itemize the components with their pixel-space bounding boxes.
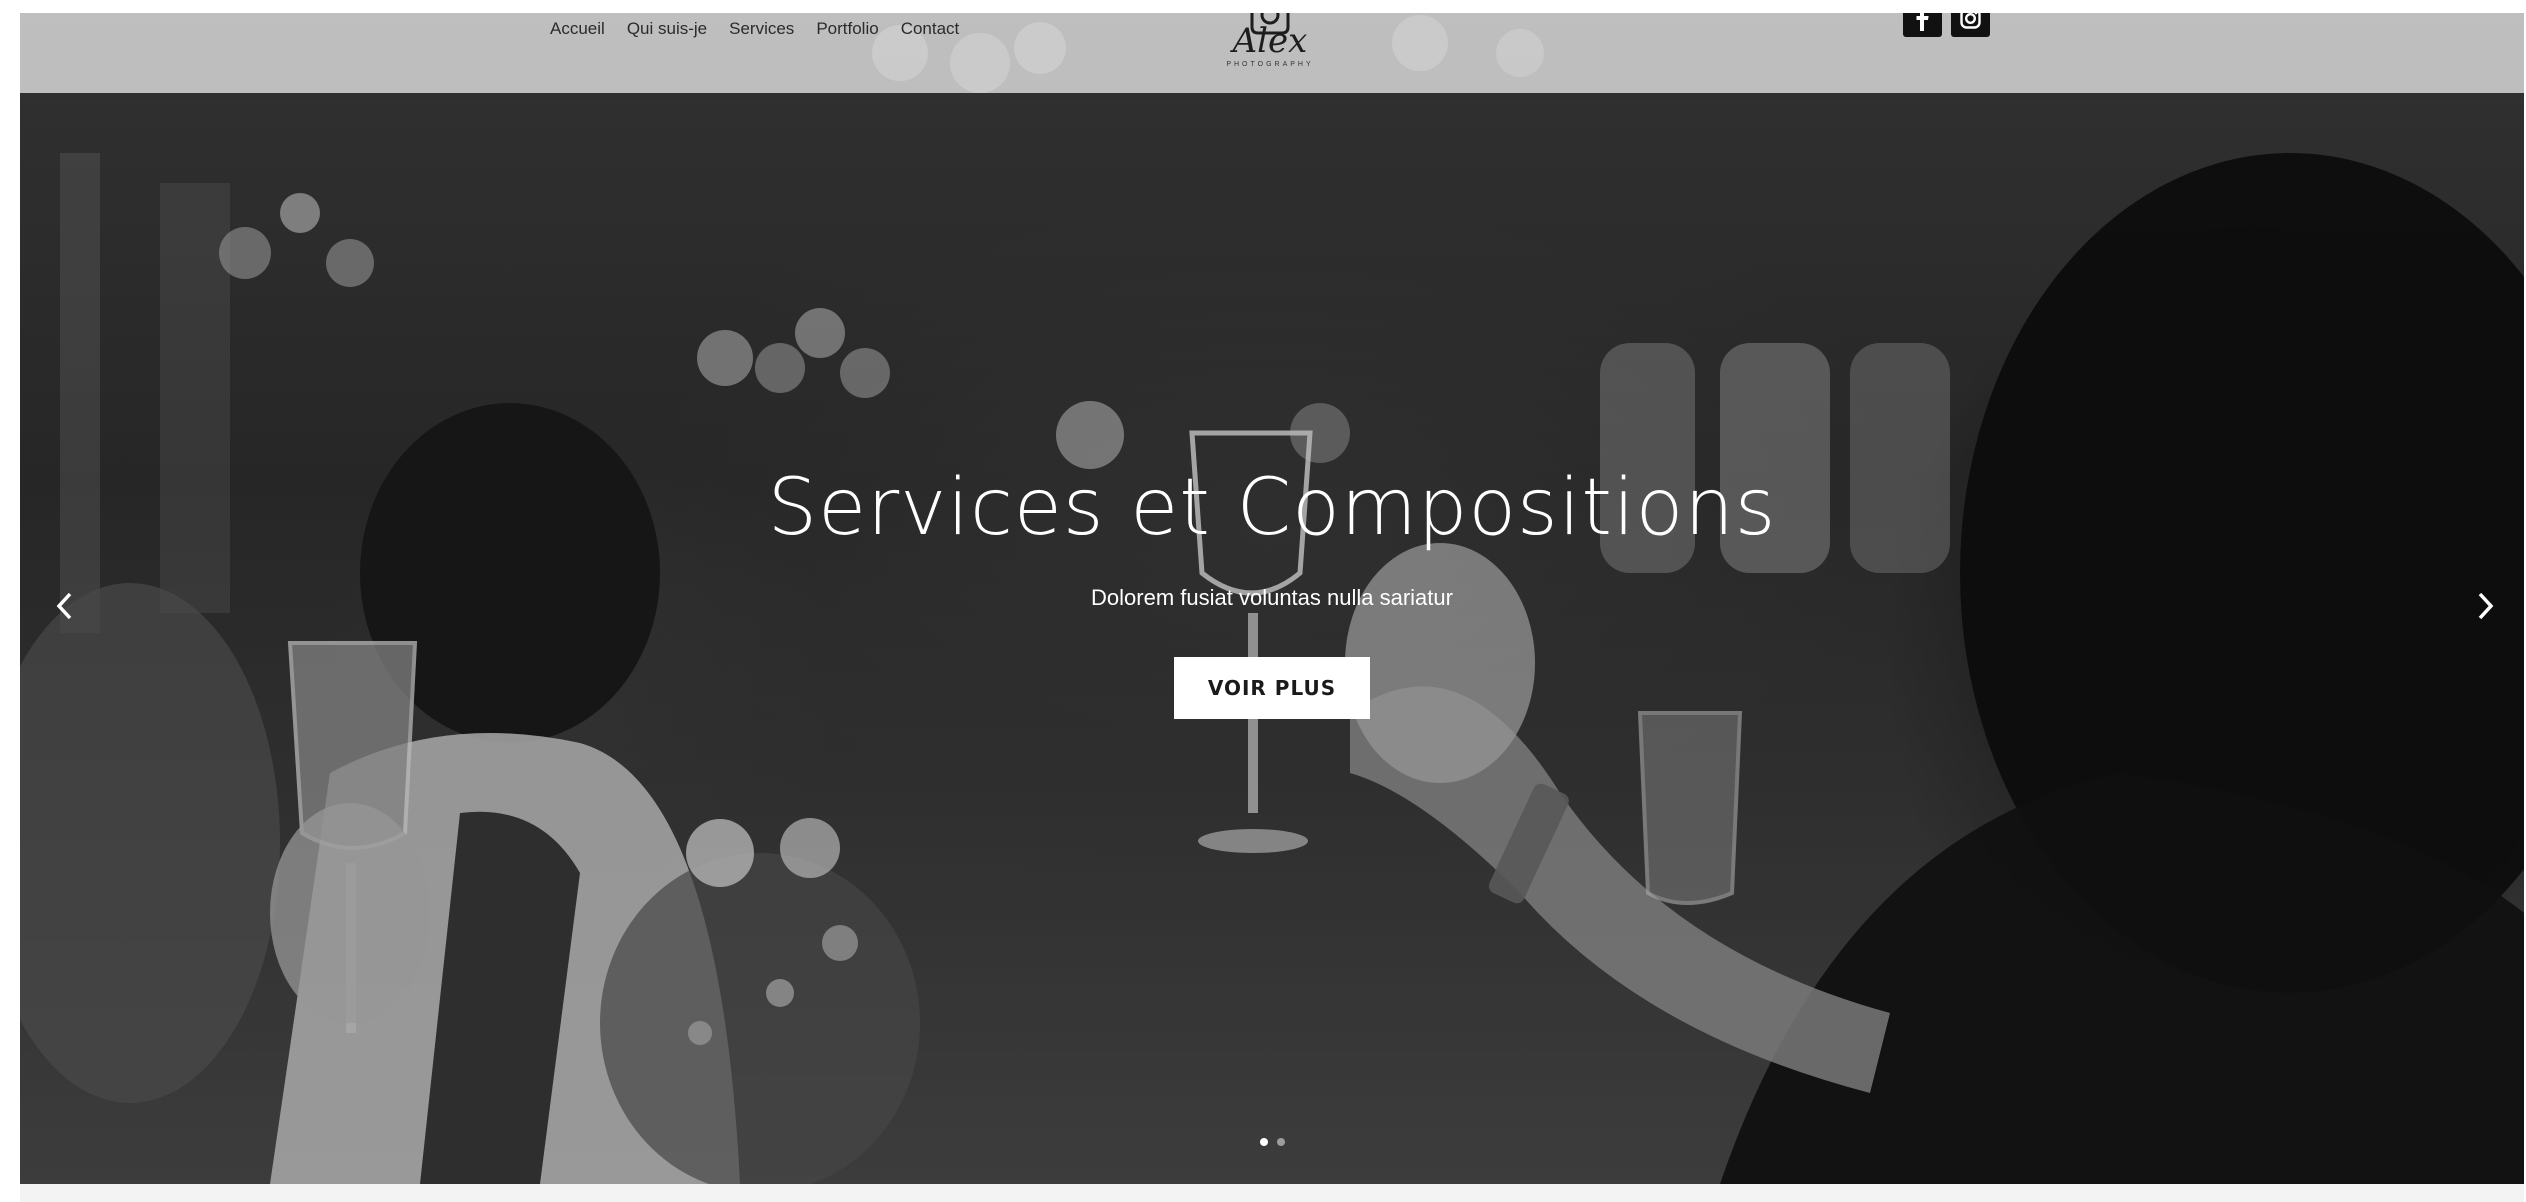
facebook-link[interactable] — [1903, 13, 1942, 37]
facebook-icon — [1916, 13, 1929, 31]
site-header: Accueil Qui suis-je Services Portfolio C… — [20, 13, 2524, 93]
chevron-left-icon — [56, 592, 72, 620]
nav-item-services[interactable]: Services — [729, 19, 794, 39]
nav-item-accueil[interactable]: Accueil — [550, 19, 605, 39]
chevron-right-icon — [2478, 592, 2494, 620]
nav-item-qui-suis-je[interactable]: Qui suis-je — [627, 19, 707, 39]
hero-subtitle: Dolorem fusiat voluntas nulla sariatur — [1091, 585, 1453, 610]
logo-wordmark: Alex — [1232, 21, 1308, 61]
slider-next-button[interactable] — [2470, 586, 2500, 626]
slider-dot-1[interactable] — [1260, 1138, 1268, 1146]
slider-pagination — [1260, 1138, 1285, 1146]
instagram-icon — [1960, 13, 1981, 29]
main-nav: Accueil Qui suis-je Services Portfolio C… — [550, 19, 959, 39]
voir-plus-button[interactable]: VOIR PLUS — [1174, 657, 1370, 719]
hero-title: Services et Compositions — [767, 463, 1777, 553]
logo-subtitle: PHOTOGRAPHY — [1226, 61, 1314, 68]
hero-slider: Accueil Qui suis-je Services Portfolio C… — [20, 13, 2524, 1184]
page-bottom-strip — [20, 1184, 2524, 1202]
nav-item-contact[interactable]: Contact — [901, 19, 960, 39]
nav-item-portfolio[interactable]: Portfolio — [816, 19, 878, 39]
site-logo[interactable]: Alex PHOTOGRAPHY — [1200, 13, 1340, 87]
slider-prev-button[interactable] — [50, 586, 80, 626]
instagram-link[interactable] — [1951, 13, 1990, 37]
slider-dot-2[interactable] — [1277, 1138, 1285, 1146]
